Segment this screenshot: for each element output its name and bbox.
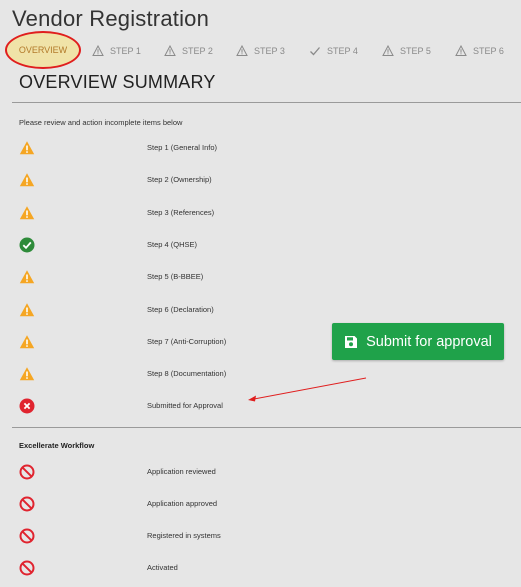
summary-item[interactable]: Step 1 (General Info) bbox=[0, 139, 521, 157]
summary-item[interactable]: Step 3 (References) bbox=[0, 204, 521, 222]
row-label: Step 6 (Declaration) bbox=[147, 304, 214, 314]
tab-step-1[interactable]: STEP 1 bbox=[92, 40, 141, 62]
row-label: Activated bbox=[147, 563, 178, 572]
summary-item[interactable]: Step 2 (Ownership) bbox=[0, 171, 521, 189]
vendor-registration-page: Vendor Registration OVERVIEW STEP 1 STEP… bbox=[0, 0, 521, 587]
tab-label: STEP 3 bbox=[254, 46, 285, 56]
check-circle-icon bbox=[19, 237, 35, 253]
submit-for-approval-button[interactable]: Submit for approval bbox=[332, 323, 504, 360]
row-label: Registered in systems bbox=[147, 531, 221, 540]
warning-outline-icon bbox=[236, 45, 248, 56]
tab-label: STEP 6 bbox=[473, 46, 504, 56]
warning-outline-icon bbox=[92, 45, 104, 56]
annotation-arrow bbox=[248, 377, 367, 402]
tab-overview[interactable]: OVERVIEW bbox=[5, 31, 81, 69]
summary-item[interactable]: Step 6 (Declaration) bbox=[0, 301, 521, 319]
instructions-text: Please review and action incomplete item… bbox=[19, 118, 183, 127]
submit-button-label: Submit for approval bbox=[366, 333, 492, 350]
save-icon bbox=[345, 335, 358, 348]
step-tabs: OVERVIEW STEP 1 STEP 2 STEP 3 STEP 4 STE… bbox=[0, 31, 521, 69]
warning-icon bbox=[19, 141, 35, 155]
warning-icon bbox=[19, 302, 35, 316]
workflow-title: Excellerate Workflow bbox=[19, 441, 95, 450]
workflow-item[interactable]: Application reviewed bbox=[0, 463, 521, 481]
row-label: Step 5 (B-BBEE) bbox=[147, 272, 204, 282]
tab-label: STEP 5 bbox=[400, 46, 431, 56]
tab-label: STEP 4 bbox=[327, 46, 358, 56]
warning-icon bbox=[19, 334, 35, 348]
tab-label: STEP 2 bbox=[182, 46, 213, 56]
warning-outline-icon bbox=[164, 45, 176, 56]
row-label: Step 8 (Documentation) bbox=[147, 369, 227, 379]
row-label: Step 1 (General Info) bbox=[147, 143, 218, 152]
tab-step-3[interactable]: STEP 3 bbox=[236, 40, 285, 62]
warning-outline-icon bbox=[382, 45, 394, 56]
tab-label: OVERVIEW bbox=[18, 45, 68, 55]
blocked-icon bbox=[19, 496, 35, 512]
page-title: Vendor Registration bbox=[12, 6, 210, 31]
check-icon bbox=[310, 47, 320, 56]
workflow-item[interactable]: Activated bbox=[0, 559, 521, 577]
workflow-item[interactable]: Application approved bbox=[0, 495, 521, 513]
row-label: Step 7 (Anti-Corruption) bbox=[147, 336, 227, 346]
warning-icon bbox=[19, 173, 35, 187]
workflow-item[interactable]: Registered in systems bbox=[0, 527, 521, 545]
divider bbox=[12, 427, 521, 428]
divider bbox=[12, 102, 521, 103]
summary-item[interactable]: Step 5 (B-BBEE) bbox=[0, 268, 521, 286]
warning-icon bbox=[19, 205, 35, 219]
row-label: Submitted for Approval bbox=[147, 401, 223, 411]
tab-step-6[interactable]: STEP 6 bbox=[455, 40, 504, 62]
row-label: Step 3 (References) bbox=[147, 207, 215, 217]
tab-step-5[interactable]: STEP 5 bbox=[382, 40, 431, 62]
blocked-icon bbox=[19, 528, 35, 544]
tab-step-4[interactable]: STEP 4 bbox=[309, 40, 358, 62]
blocked-icon bbox=[19, 464, 35, 480]
warning-outline-icon bbox=[455, 45, 467, 56]
row-label: Application reviewed bbox=[147, 467, 216, 476]
row-label: Application approved bbox=[147, 499, 218, 508]
warning-icon bbox=[19, 270, 35, 284]
tab-step-2[interactable]: STEP 2 bbox=[164, 40, 213, 62]
error-circle-icon bbox=[19, 398, 35, 414]
row-label: Step 4 (QHSE) bbox=[147, 239, 198, 249]
warning-icon bbox=[19, 367, 35, 381]
blocked-icon bbox=[19, 560, 35, 576]
row-label: Step 2 (Ownership) bbox=[147, 175, 212, 185]
tab-label: STEP 1 bbox=[110, 46, 141, 56]
section-title: OVERVIEW SUMMARY bbox=[19, 72, 216, 92]
summary-item[interactable]: Step 4 (QHSE) bbox=[0, 236, 521, 254]
